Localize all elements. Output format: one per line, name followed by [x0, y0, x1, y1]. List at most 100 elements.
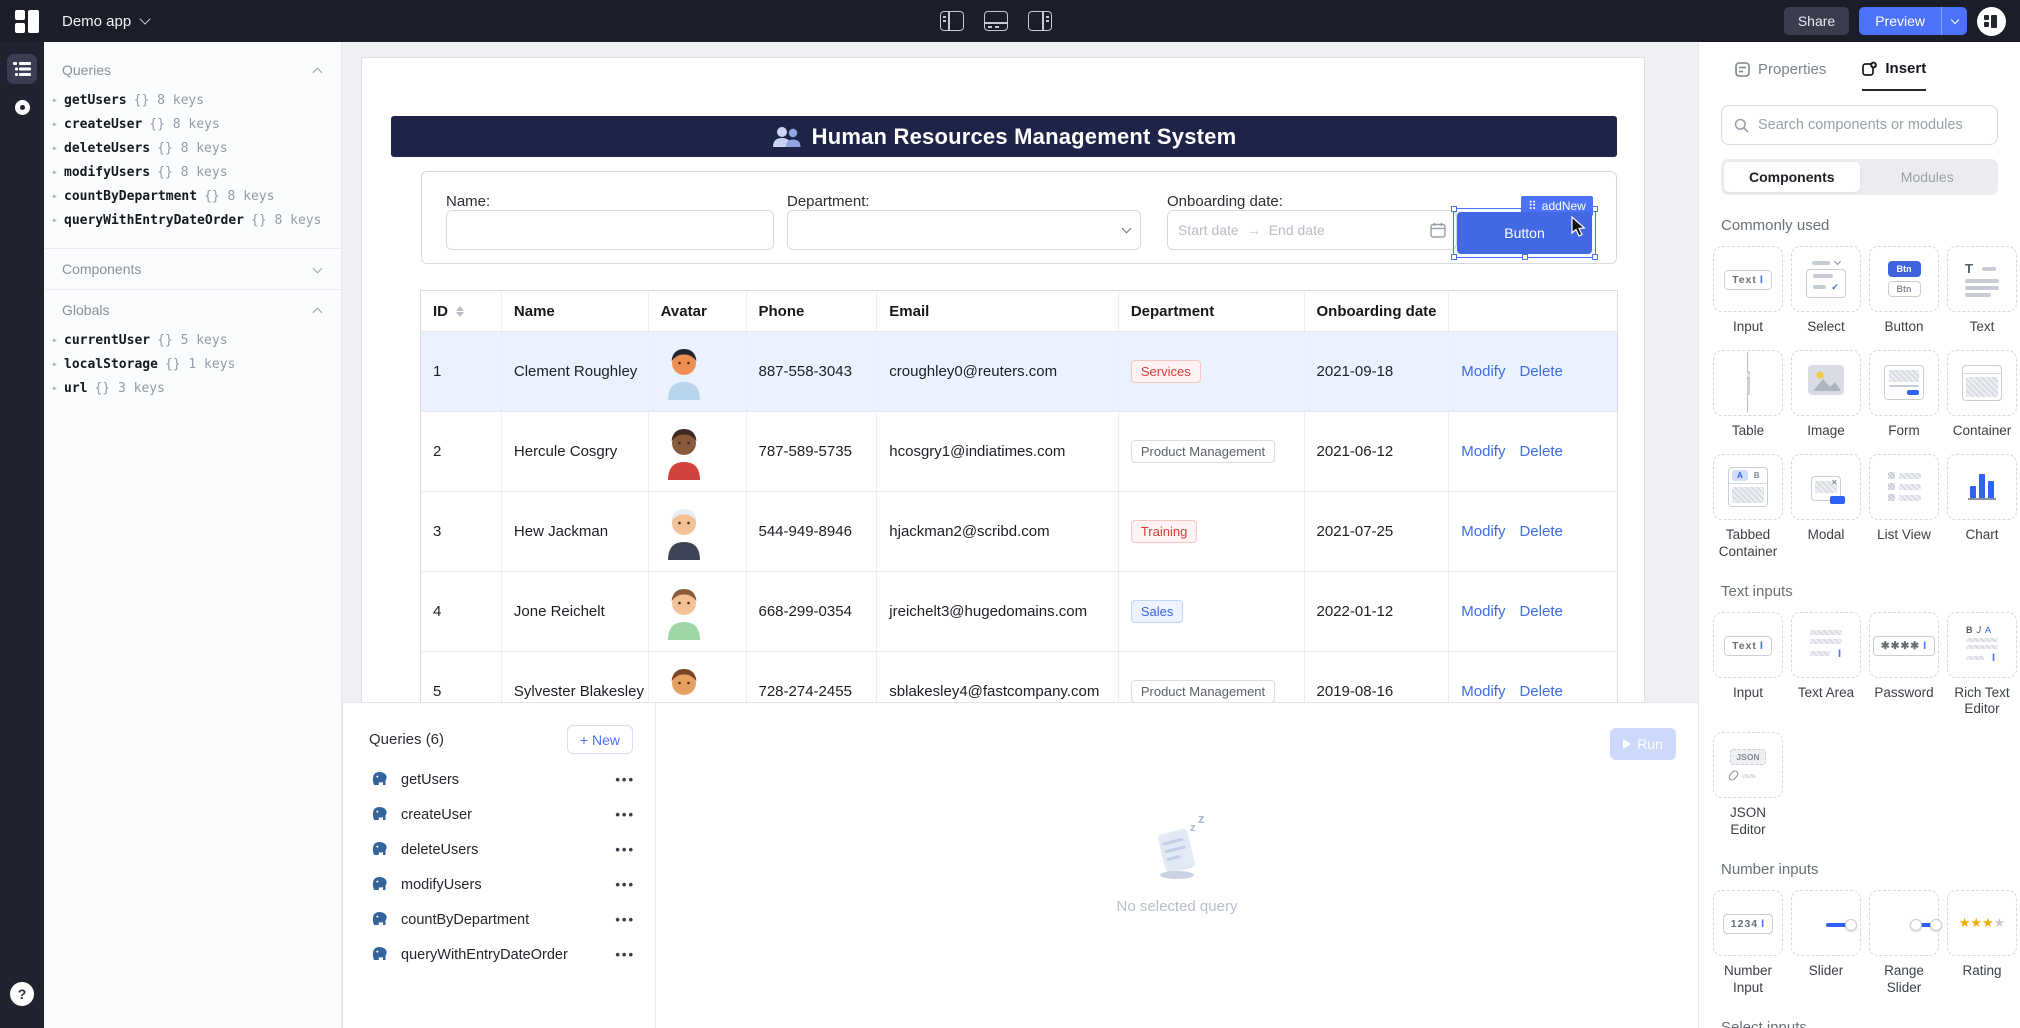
component-search-input[interactable]: [1758, 117, 1985, 133]
expand-arrow-icon[interactable]: ▸: [52, 95, 64, 106]
tab-properties[interactable]: Properties: [1735, 60, 1826, 91]
component-card-rich-text-editor[interactable]: BJAI Rich Text Editor: [1947, 612, 2017, 719]
app-menu-chevron-icon[interactable]: [140, 13, 151, 24]
globals-section-header[interactable]: Globals: [44, 296, 341, 324]
component-card-tabbed-container[interactable]: AB Tabbed Container: [1713, 454, 1783, 561]
query-list-item[interactable]: createUser•••: [343, 797, 655, 832]
delete-link[interactable]: Delete: [1519, 603, 1562, 620]
component-card-text[interactable]: T Text: [1947, 246, 2017, 336]
query-menu-icon[interactable]: •••: [615, 912, 635, 927]
query-menu-icon[interactable]: •••: [615, 807, 635, 822]
table-row[interactable]: 3 Hew Jackman 544-949-8946 hjackman2@scr…: [421, 492, 1617, 572]
debugger-icon[interactable]: [15, 100, 30, 115]
component-search[interactable]: [1721, 105, 1998, 145]
name-filter-input[interactable]: [446, 210, 774, 250]
tree-item[interactable]: ▸ createUser{} 8 keys: [44, 112, 341, 136]
segment-modules[interactable]: Modules: [1860, 162, 1996, 192]
component-card-form[interactable]: Form: [1869, 350, 1939, 440]
column-header[interactable]: Department: [1119, 291, 1305, 331]
modify-link[interactable]: Modify: [1461, 603, 1505, 620]
component-card-number-input[interactable]: 1234I Number Input: [1713, 890, 1783, 997]
tree-item[interactable]: ▸ currentUser{} 5 keys: [44, 328, 341, 352]
expand-arrow-icon[interactable]: ▸: [52, 143, 64, 154]
left-panel-toggle-icon[interactable]: [940, 11, 964, 31]
hr-table[interactable]: IDNameAvatarPhoneEmailDepartmentOnboardi…: [420, 290, 1618, 703]
tree-item[interactable]: ▸ localStorage{} 1 keys: [44, 352, 341, 376]
component-card-password[interactable]: ✱✱✱✱I Password: [1869, 612, 1939, 719]
table-row[interactable]: 1 Clement Roughley 887-558-3043 croughle…: [421, 332, 1617, 412]
add-new-button[interactable]: Button: [1457, 212, 1592, 254]
delete-link[interactable]: Delete: [1519, 363, 1562, 380]
app-page[interactable]: Human Resources Management System Name: …: [361, 57, 1645, 703]
modify-link[interactable]: Modify: [1461, 683, 1505, 700]
column-header[interactable]: Avatar: [649, 291, 747, 331]
bottom-panel-toggle-icon[interactable]: [984, 11, 1008, 31]
query-list-item[interactable]: getUsers•••: [343, 762, 655, 797]
preview-label[interactable]: Preview: [1859, 7, 1941, 35]
tree-item[interactable]: ▸ countByDepartment{} 8 keys: [44, 184, 341, 208]
table-row[interactable]: 5 Sylvester Blakesley 728-274-2455 sblak…: [421, 652, 1617, 703]
query-list-item[interactable]: deleteUsers•••: [343, 832, 655, 867]
tree-item[interactable]: ▸ getUsers{} 8 keys: [44, 88, 341, 112]
column-header[interactable]: Name: [502, 291, 649, 331]
query-menu-icon[interactable]: •••: [615, 842, 635, 857]
component-card-slider[interactable]: Slider: [1791, 890, 1861, 997]
component-card-input[interactable]: TextI Input: [1713, 246, 1783, 336]
query-menu-icon[interactable]: •••: [615, 877, 635, 892]
component-card-modal[interactable]: × Modal: [1791, 454, 1861, 561]
new-query-button[interactable]: + New: [567, 725, 633, 754]
component-card-chart[interactable]: Chart: [1947, 454, 2017, 561]
delete-link[interactable]: Delete: [1519, 523, 1562, 540]
expand-arrow-icon[interactable]: ▸: [52, 383, 64, 394]
table-row[interactable]: 4 Jone Reichelt 668-299-0354 jreichelt3@…: [421, 572, 1617, 652]
component-card-select[interactable]: ✓ Select: [1791, 246, 1861, 336]
query-list-item[interactable]: queryWithEntryDateOrder•••: [343, 937, 655, 972]
component-card-table[interactable]: Table: [1713, 350, 1783, 440]
expand-arrow-icon[interactable]: ▸: [52, 215, 64, 226]
queries-section-header[interactable]: Queries: [44, 56, 341, 84]
expand-arrow-icon[interactable]: ▸: [52, 119, 64, 130]
component-card-container[interactable]: Container: [1947, 350, 2017, 440]
expand-arrow-icon[interactable]: ▸: [52, 167, 64, 178]
tree-item[interactable]: ▸ queryWithEntryDateOrder{} 8 keys: [44, 208, 341, 232]
tree-item[interactable]: ▸ modifyUsers{} 8 keys: [44, 160, 341, 184]
sort-icon[interactable]: [456, 306, 464, 317]
components-section-header[interactable]: Components: [44, 255, 341, 283]
expand-arrow-icon[interactable]: ▸: [52, 359, 64, 370]
component-card-json-editor[interactable]: JSON JSON Editor: [1713, 732, 1783, 839]
query-list-item[interactable]: countByDepartment•••: [343, 902, 655, 937]
expand-arrow-icon[interactable]: ▸: [52, 335, 64, 346]
component-card-input[interactable]: TextI Input: [1713, 612, 1783, 719]
column-header[interactable]: Phone: [747, 291, 878, 331]
calendar-icon[interactable]: [1430, 222, 1446, 238]
app-logo-icon[interactable]: [15, 9, 40, 34]
delete-link[interactable]: Delete: [1519, 683, 1562, 700]
query-menu-icon[interactable]: •••: [615, 947, 635, 962]
component-card-rating[interactable]: ★★★★ Rating: [1947, 890, 2017, 997]
column-header[interactable]: Email: [877, 291, 1119, 331]
column-header[interactable]: Onboarding date: [1305, 291, 1450, 331]
tab-insert[interactable]: Insert: [1862, 60, 1926, 91]
share-button[interactable]: Share: [1784, 7, 1849, 35]
modify-link[interactable]: Modify: [1461, 363, 1505, 380]
app-title-banner[interactable]: Human Resources Management System: [391, 116, 1617, 157]
preview-button[interactable]: Preview: [1859, 7, 1967, 35]
segment-components[interactable]: Components: [1724, 162, 1860, 192]
modify-link[interactable]: Modify: [1461, 523, 1505, 540]
department-filter-select[interactable]: [787, 210, 1141, 250]
modify-link[interactable]: Modify: [1461, 443, 1505, 460]
date-range-input[interactable]: Start date → End date: [1167, 210, 1457, 250]
help-icon[interactable]: ?: [10, 982, 34, 1006]
delete-link[interactable]: Delete: [1519, 443, 1562, 460]
component-card-range-slider[interactable]: Range Slider: [1869, 890, 1939, 997]
tree-item[interactable]: ▸ url{} 3 keys: [44, 376, 341, 400]
preview-dropdown[interactable]: [1941, 7, 1967, 35]
workspace-avatar[interactable]: [1977, 7, 2006, 36]
column-header[interactable]: ID: [421, 291, 502, 331]
canvas[interactable]: Human Resources Management System Name: …: [342, 42, 1698, 1028]
component-card-button[interactable]: BtnBtn Button: [1869, 246, 1939, 336]
tree-item[interactable]: ▸ deleteUsers{} 8 keys: [44, 136, 341, 160]
query-list-item[interactable]: modifyUsers•••: [343, 867, 655, 902]
component-card-list-view[interactable]: List View: [1869, 454, 1939, 561]
app-name[interactable]: Demo app: [62, 13, 131, 30]
